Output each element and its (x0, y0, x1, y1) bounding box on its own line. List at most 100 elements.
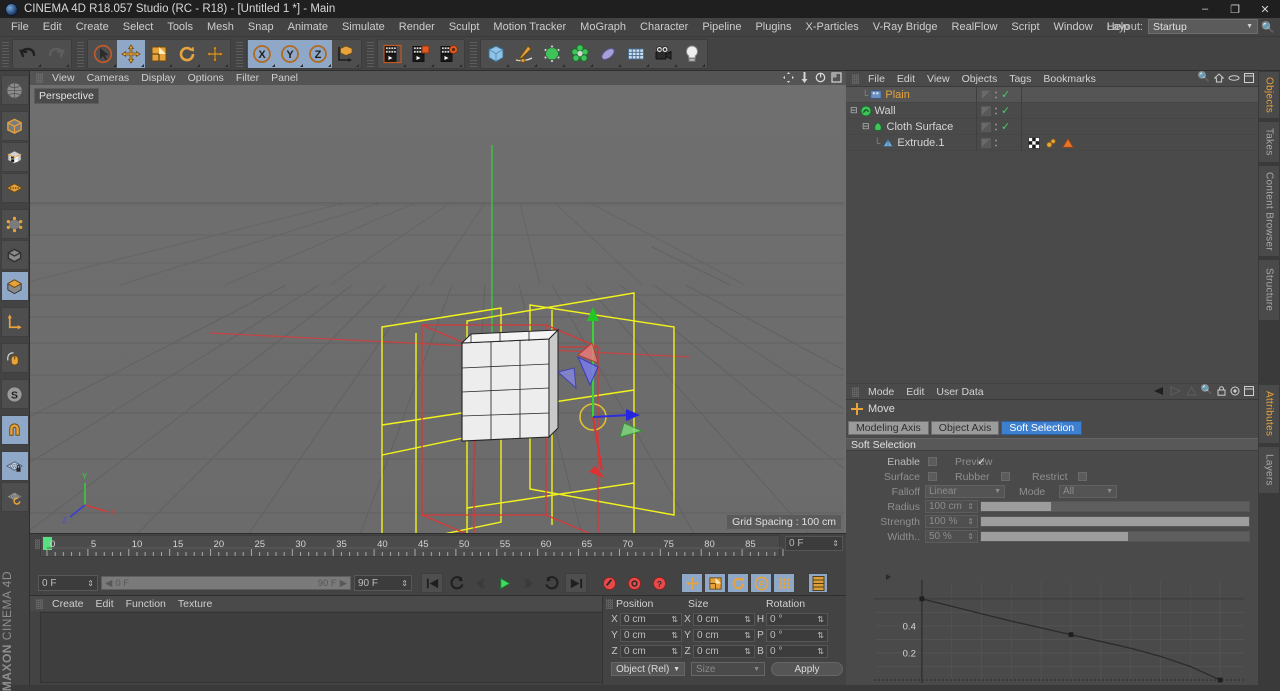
select-tool-button[interactable] (89, 40, 117, 68)
soft-selection-button[interactable]: S (0, 379, 29, 409)
menu-item-script[interactable]: Script (1004, 19, 1046, 35)
menu-item-mesh[interactable]: Mesh (200, 19, 241, 35)
object-menu-objects[interactable]: Objects (956, 73, 1004, 85)
add-light-button[interactable] (678, 40, 706, 68)
next-key-button[interactable] (541, 573, 563, 593)
object-row[interactable]: └ Extrude.1 (846, 134, 1258, 151)
edge-mode-button[interactable] (0, 240, 29, 270)
toolbar-grip-transform[interactable] (77, 40, 84, 67)
position-key-button[interactable] (681, 573, 703, 593)
move-tool-button[interactable] (117, 39, 145, 68)
object-row-visibility-cell[interactable]: ✓ (976, 86, 1021, 103)
scale-tool-button[interactable] (145, 40, 173, 68)
step-back-button[interactable] (469, 573, 491, 593)
3d-viewport[interactable]: Perspective Grid Spacing : 100 cm Y X Z (30, 85, 846, 533)
attribute-tab-soft-selection[interactable]: Soft Selection (1001, 420, 1083, 435)
range-left-arrow-icon[interactable]: ◀ (105, 578, 112, 589)
add-deformer-button[interactable] (594, 40, 622, 68)
search-icon[interactable]: 🔍 (1198, 72, 1210, 83)
menu-item-snap[interactable]: Snap (241, 19, 281, 35)
panel-grip-icon[interactable] (852, 73, 859, 84)
enabled-check-icon[interactable]: ✓ (1001, 121, 1010, 132)
rotation-field[interactable]: 0 ° ⇅ (766, 628, 828, 642)
keyframe-selection-button[interactable]: ? (648, 573, 670, 593)
menu-item-edit[interactable]: Edit (36, 19, 69, 35)
render-view-button[interactable] (379, 40, 407, 68)
home-icon[interactable] (1214, 72, 1224, 83)
add-spline-button[interactable] (510, 40, 538, 68)
lock-workplane-button[interactable] (0, 451, 29, 481)
search-icon[interactable]: 🔍 (1201, 385, 1213, 396)
add-array-button[interactable] (566, 40, 594, 68)
timeline-layout-button[interactable] (808, 573, 828, 593)
menu-item-tools[interactable]: Tools (160, 19, 200, 35)
menu-item-sculpt[interactable]: Sculpt (442, 19, 487, 35)
attribute-tab-object-axis[interactable]: Object Axis (930, 420, 1000, 435)
timeline-end-field[interactable]: 0 F ⇕ (785, 536, 843, 551)
radius-slider[interactable] (980, 501, 1250, 512)
menu-item-pipeline[interactable]: Pipeline (695, 19, 748, 35)
link-icon[interactable] (1228, 73, 1240, 83)
stepper-icon[interactable]: ⇅ (744, 631, 751, 640)
position-field[interactable]: 0 cm ⇅ (620, 644, 682, 658)
undo-button[interactable] (14, 40, 42, 68)
menu-item-simulate[interactable]: Simulate (335, 19, 392, 35)
enabled-check-icon[interactable]: ✓ (1001, 105, 1010, 116)
attr-menu-mode[interactable]: Mode (862, 386, 900, 398)
object-row-visibility-cell[interactable]: ✓ (976, 102, 1021, 119)
object-menu-file[interactable]: File (862, 73, 891, 85)
object-row[interactable]: ⊟ Cloth Surface ✓ (846, 118, 1258, 135)
add-environment-button[interactable] (622, 40, 650, 68)
stepper-icon[interactable]: ⇕ (401, 579, 408, 588)
attr-menu-user-data[interactable]: User Data (930, 386, 989, 398)
material-menu-create[interactable]: Create (46, 598, 90, 610)
attribute-tab-modeling-axis[interactable]: Modeling Axis (848, 420, 929, 435)
object-row-tags-cell[interactable] (1021, 102, 1258, 119)
stepper-icon[interactable]: ⇅ (744, 647, 751, 656)
render-settings-button[interactable] (435, 40, 463, 68)
add-nurbs-button[interactable] (538, 40, 566, 68)
panel-grip-icon[interactable] (36, 598, 43, 609)
panel-grip-icon[interactable] (852, 386, 859, 397)
rotation-field[interactable]: 0 ° ⇅ (766, 644, 828, 658)
point-level-animation-button[interactable] (773, 573, 795, 593)
expand-toggle-icon[interactable]: ⊟ (850, 105, 858, 116)
menu-item-render[interactable]: Render (392, 19, 442, 35)
menu-item-select[interactable]: Select (116, 19, 161, 35)
world-object-coord-button[interactable] (332, 40, 360, 68)
polygon-mode-button[interactable] (0, 271, 29, 301)
visibility-toggle-icon[interactable] (981, 121, 991, 132)
menu-item-v-ray-bridge[interactable]: V-Ray Bridge (866, 19, 945, 35)
preview-check-icon[interactable]: ✓ (977, 455, 986, 468)
viewport-menu-options[interactable]: Options (182, 72, 230, 84)
menu-item-plugins[interactable]: Plugins (748, 19, 798, 35)
radius-field[interactable]: 100 cm ⇕ (925, 500, 978, 513)
document-end-field[interactable]: 90 F ⇕ (354, 575, 412, 591)
move-alt-tool-button[interactable] (201, 40, 229, 68)
viewport-camera-label[interactable]: Perspective (34, 88, 99, 104)
enable-tweak-button[interactable] (0, 343, 29, 373)
toolbar-grip-create[interactable] (470, 40, 477, 67)
stepper-icon[interactable]: ⇅ (744, 615, 751, 624)
material-menu-texture[interactable]: Texture (172, 598, 218, 610)
go-to-end-button[interactable] (565, 573, 587, 593)
mode-dropdown[interactable]: All ▼ (1059, 485, 1117, 498)
expand-toggle-icon[interactable]: ⊟ (862, 121, 870, 132)
stepper-icon[interactable]: ⇕ (832, 539, 839, 548)
visibility-dots-icon[interactable] (994, 137, 998, 148)
strength-field[interactable]: 100 % ⇕ (925, 515, 978, 528)
autokeying-button[interactable] (623, 573, 645, 593)
stepper-icon[interactable]: ⇅ (817, 631, 824, 640)
attr-menu-edit[interactable]: Edit (900, 386, 930, 398)
stepper-icon[interactable]: ⇅ (671, 615, 678, 624)
stepper-icon[interactable]: ⇕ (967, 502, 974, 511)
size-field[interactable]: 0 cm ⇅ (693, 628, 755, 642)
maximize-button[interactable]: ❐ (1220, 0, 1250, 18)
curve-control-point[interactable] (919, 596, 925, 602)
menu-item-motion-tracker[interactable]: Motion Tracker (486, 19, 573, 35)
minimize-button[interactable]: – (1190, 0, 1220, 18)
preview-range-slider[interactable]: ◀ 0 F 90 F ▶ (101, 576, 351, 590)
scale-key-button[interactable] (704, 573, 726, 593)
object-row-name-cell[interactable]: └ Extrude.1 (846, 135, 976, 151)
falloff-dropdown[interactable]: Linear ▼ (925, 485, 1005, 498)
